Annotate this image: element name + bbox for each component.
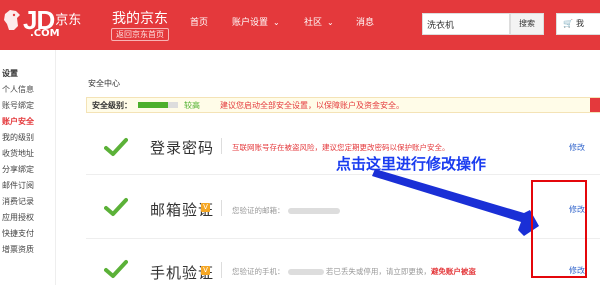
nav-home[interactable]: 首页: [190, 16, 208, 30]
sidebar-item-addresses[interactable]: 收货地址: [2, 149, 34, 159]
security-level-progress: [138, 102, 178, 108]
annotation-highlight-box: [531, 180, 587, 278]
search-button[interactable]: 搜索: [510, 13, 544, 35]
row-divider: [86, 174, 600, 175]
security-level-value: 较高: [184, 101, 200, 110]
sidebar-item-vat-invoice[interactable]: 增票资质: [2, 245, 34, 255]
my-jd-title: 我的京东: [112, 11, 168, 27]
search-input[interactable]: 洗衣机: [422, 13, 510, 35]
logo-com: .COM: [30, 28, 60, 39]
check-icon: [104, 260, 128, 278]
security-tip: 建议您启动全部安全设置，以保障账户及资金安全。: [220, 101, 404, 110]
email-verify-desc: 您验证的邮箱：: [232, 205, 340, 216]
divider: [221, 262, 222, 278]
security-level-label: 安全级别：: [92, 101, 132, 110]
nav-messages-label: 消息: [356, 18, 375, 28]
verified-badge-icon: V: [201, 203, 210, 212]
nav-home-label: 首页: [190, 18, 209, 28]
back-home-link[interactable]: 返回京东首页: [111, 28, 169, 41]
nav-community[interactable]: 社区 ⌄: [304, 16, 334, 30]
sidebar-item-quick-pay[interactable]: 快捷支付: [2, 229, 34, 239]
masked-phone: [287, 269, 324, 275]
masked-email: [287, 208, 340, 214]
page: JD 京东 .COM 我的京东 返回京东首页 首页 账户设置 ⌄ 社区 ⌄ 消息…: [0, 0, 600, 285]
sidebar-item-purchase-history[interactable]: 消费记录: [2, 197, 34, 207]
sidebar-item-account-binding[interactable]: 账号绑定: [2, 101, 34, 111]
login-password-title: 登录密码: [150, 139, 215, 157]
sidebar-item-share-binding[interactable]: 分享绑定: [2, 165, 34, 175]
sidebar-heading: 设置: [2, 69, 18, 78]
jd-dog-icon: [4, 10, 20, 30]
phone-verify-desc-label: 您验证的手机：: [232, 267, 285, 276]
page-title: 安全中心: [88, 79, 120, 88]
sidebar-item-my-level[interactable]: 我的级别: [2, 133, 34, 143]
phone-verify-desc: 您验证的手机： 若已丢失或停用，请立即更换，避免账户被盗: [232, 266, 476, 277]
sidebar-item-account-security[interactable]: 账户安全: [2, 117, 34, 127]
nav-account-settings[interactable]: 账户设置 ⌄: [232, 16, 280, 30]
nav-messages[interactable]: 消息: [356, 16, 374, 30]
divider: [221, 138, 222, 154]
cart-label: 我: [575, 19, 584, 28]
chevron-down-icon: ⌄: [327, 18, 334, 27]
sidebar-item-app-authorization[interactable]: 应用授权: [2, 213, 34, 223]
cart-icon: 🛒: [563, 19, 573, 28]
phone-danger-text: 避免账户被盗: [430, 267, 476, 276]
check-icon: [104, 138, 128, 156]
email-verify-desc-label: 您验证的邮箱：: [232, 206, 285, 215]
red-tag[interactable]: [590, 98, 600, 112]
check-icon: [104, 198, 128, 216]
sidebar-item-profile[interactable]: 个人信息: [2, 85, 34, 95]
row-divider: [86, 238, 600, 239]
sidebar-item-email-subscription[interactable]: 邮件订阅: [2, 181, 34, 191]
login-password-desc: 互联网账号存在被盗风险，建议您定期更改密码以保护账户安全。: [232, 143, 450, 152]
logo-cn: 京东: [55, 12, 82, 28]
nav-account-settings-label: 账户设置: [232, 18, 269, 28]
divider: [221, 200, 222, 216]
annotation-text: 点击这里进行修改操作: [336, 155, 487, 173]
jd-logo[interactable]: JD 京东 .COM: [2, 6, 82, 39]
modify-password-link[interactable]: 修改: [569, 142, 585, 153]
verified-badge-icon: V: [201, 266, 210, 275]
cart-button[interactable]: 🛒 我: [556, 13, 600, 35]
nav-community-label: 社区: [304, 18, 323, 28]
security-level-progress-fill: [138, 102, 168, 108]
top-header: JD 京东 .COM 我的京东 返回京东首页 首页 账户设置 ⌄ 社区 ⌄ 消息…: [0, 0, 600, 50]
phone-verify-desc-tail: 若已丢失或停用，请立即更换，: [325, 267, 431, 276]
chevron-down-icon: ⌄: [273, 18, 280, 27]
